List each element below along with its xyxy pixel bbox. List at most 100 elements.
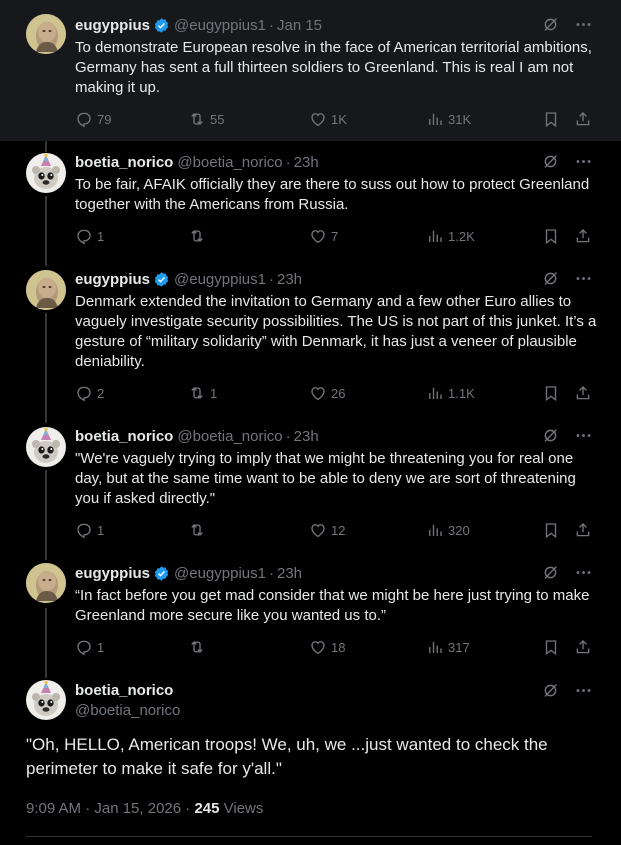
author-name[interactable]: boetia_norico [75, 154, 173, 171]
author-name[interactable]: boetia_norico [75, 428, 173, 445]
grok-icon[interactable] [541, 269, 560, 288]
author-handle[interactable]: @boetia_norico [75, 701, 180, 721]
bookmark-icon [542, 384, 560, 402]
repost-button[interactable]: 55 [188, 110, 224, 128]
author-name[interactable]: boetia_norico [75, 681, 180, 701]
reply-button[interactable]: 1 [75, 638, 104, 656]
heart-icon [309, 638, 327, 656]
avatar[interactable] [26, 270, 66, 310]
reply-button[interactable]: 1 [75, 521, 104, 539]
repost-button[interactable] [188, 521, 210, 539]
heart-icon [309, 384, 327, 402]
reply-count: 1 [97, 522, 105, 538]
author-handle[interactable]: @boetia_norico [177, 154, 282, 171]
reply-button[interactable]: 1 [75, 227, 104, 245]
avatar[interactable] [26, 14, 66, 54]
share-button[interactable] [574, 227, 592, 245]
tweet[interactable]: boetia_norico @boetia_norico · 23h To be… [0, 141, 621, 259]
reply-button[interactable]: 79 [75, 110, 111, 128]
views-icon [426, 384, 444, 402]
repost-icon [188, 521, 206, 539]
views-count: 320 [448, 522, 470, 538]
grok-icon[interactable] [541, 152, 560, 171]
tweet[interactable]: eugyppius @eugyppius1 · 23h “In fact bef… [0, 553, 621, 670]
tweet-time[interactable]: 23h [294, 428, 319, 445]
repost-count: 1 [210, 385, 218, 401]
more-icon[interactable] [574, 15, 593, 34]
like-count: 12 [331, 522, 346, 538]
like-button[interactable]: 18 [309, 638, 345, 656]
views-button[interactable]: 320 [426, 521, 470, 539]
bookmark-button[interactable] [542, 521, 560, 539]
bookmark-button[interactable] [542, 638, 560, 656]
grok-icon[interactable] [541, 426, 560, 445]
bookmark-button[interactable] [542, 227, 560, 245]
bookmark-button[interactable] [542, 384, 560, 402]
views-button[interactable]: 1.1K [426, 384, 475, 402]
author-handle[interactable]: @boetia_norico [177, 428, 282, 445]
tweet-actions: 79 55 1K 31K [75, 110, 595, 130]
tweet-actions: 1 18 317 [75, 638, 595, 658]
views-icon [426, 227, 444, 245]
repost-icon [188, 227, 206, 245]
share-button[interactable] [574, 110, 592, 128]
more-icon[interactable] [574, 152, 593, 171]
more-icon[interactable] [574, 681, 593, 700]
like-count: 7 [331, 228, 339, 244]
repost-button[interactable] [188, 638, 210, 656]
share-button[interactable] [574, 638, 592, 656]
author-name[interactable]: eugyppius [75, 17, 150, 34]
tweet-time[interactable]: 23h [277, 565, 302, 582]
views-button[interactable]: 31K [426, 110, 471, 128]
author-name[interactable]: eugyppius [75, 271, 150, 288]
tweet-actions: 2 1 26 1.1K [75, 384, 595, 404]
share-icon [574, 110, 592, 128]
tweet-time[interactable]: Jan 15 [277, 17, 322, 34]
more-icon[interactable] [574, 426, 593, 445]
like-button[interactable]: 12 [309, 521, 345, 539]
more-icon[interactable] [574, 269, 593, 288]
tweet-time[interactable]: 23h [277, 271, 302, 288]
author-handle[interactable]: @eugyppius1 [174, 17, 266, 34]
reply-button[interactable]: 2 [75, 384, 104, 402]
grok-icon[interactable] [541, 681, 560, 700]
tweet[interactable]: eugyppius @eugyppius1 · 23h Denmark exte… [0, 259, 621, 416]
repost-button[interactable] [188, 227, 210, 245]
author-name[interactable]: eugyppius [75, 565, 150, 582]
bookmark-icon [542, 227, 560, 245]
like-button[interactable]: 7 [309, 227, 338, 245]
author-handle[interactable]: @eugyppius1 [174, 565, 266, 582]
bookmark-button[interactable] [542, 110, 560, 128]
avatar[interactable] [26, 563, 66, 603]
tweet-timestamp[interactable]: 9:09 AM · Jan 15, 2026 · [26, 800, 194, 817]
tweet-header: boetia_norico @boetia_norico · 23h [75, 153, 319, 171]
author-handle[interactable]: @eugyppius1 [174, 271, 266, 288]
bookmark-icon [542, 521, 560, 539]
reply-icon [75, 110, 93, 128]
bookmark-icon [542, 638, 560, 656]
avatar[interactable] [26, 153, 66, 193]
tweet[interactable]: eugyppius @eugyppius1 · Jan 15 To demons… [0, 0, 621, 141]
share-button[interactable] [574, 521, 592, 539]
repost-button[interactable]: 1 [188, 384, 217, 402]
more-icon[interactable] [574, 563, 593, 582]
views-button[interactable]: 1.2K [426, 227, 475, 245]
like-button[interactable]: 26 [309, 384, 345, 402]
bookmark-icon [542, 110, 560, 128]
like-button[interactable]: 1K [309, 110, 347, 128]
grok-icon[interactable] [541, 15, 560, 34]
tweet-time[interactable]: 23h [294, 154, 319, 171]
repost-icon [188, 638, 206, 656]
views-button[interactable]: 317 [426, 638, 470, 656]
avatar[interactable] [26, 680, 66, 720]
reply-count: 1 [97, 228, 105, 244]
tweet-meta: 9:09 AM · Jan 15, 2026 · 245 Views [26, 800, 263, 817]
heart-icon [309, 521, 327, 539]
grok-icon[interactable] [541, 563, 560, 582]
share-button[interactable] [574, 384, 592, 402]
views-icon [426, 638, 444, 656]
repost-icon [188, 384, 206, 402]
avatar[interactable] [26, 427, 66, 467]
views-icon [426, 110, 444, 128]
tweet[interactable]: boetia_norico @boetia_norico · 23h "We'r… [0, 416, 621, 553]
